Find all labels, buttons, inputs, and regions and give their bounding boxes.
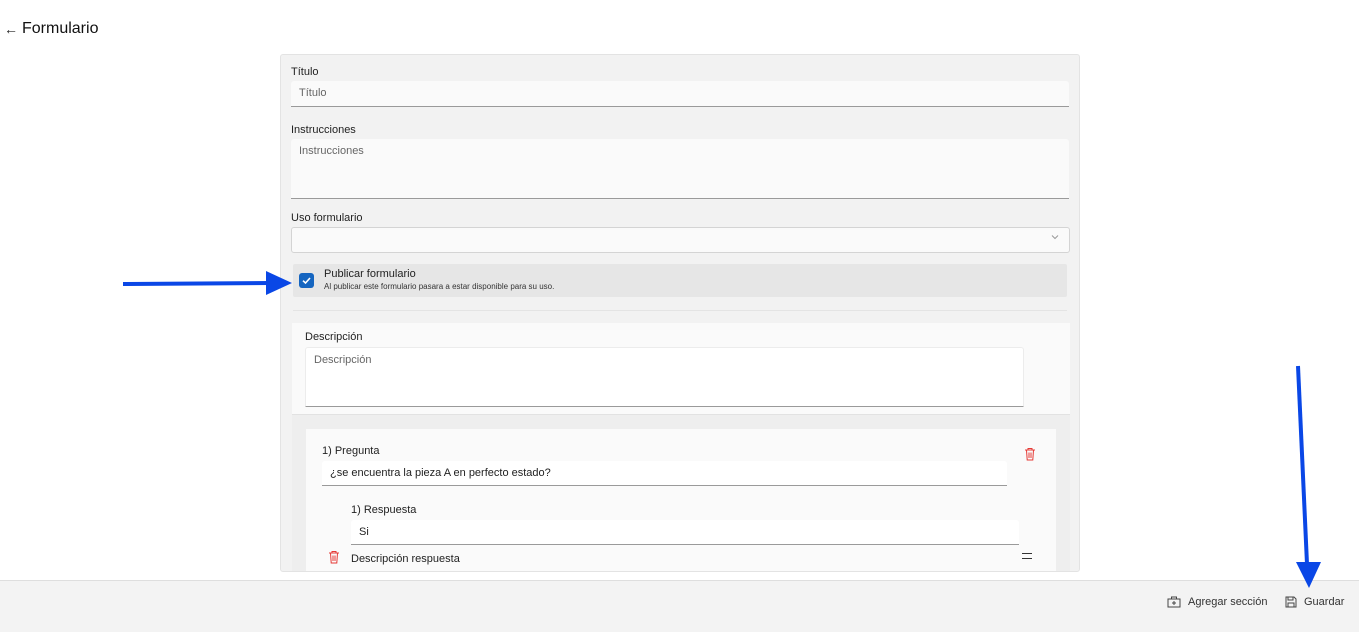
annotation-overlay [122, 271, 1321, 588]
arrow-right-icon [122, 271, 292, 295]
arrow-down-icon [1296, 365, 1321, 588]
